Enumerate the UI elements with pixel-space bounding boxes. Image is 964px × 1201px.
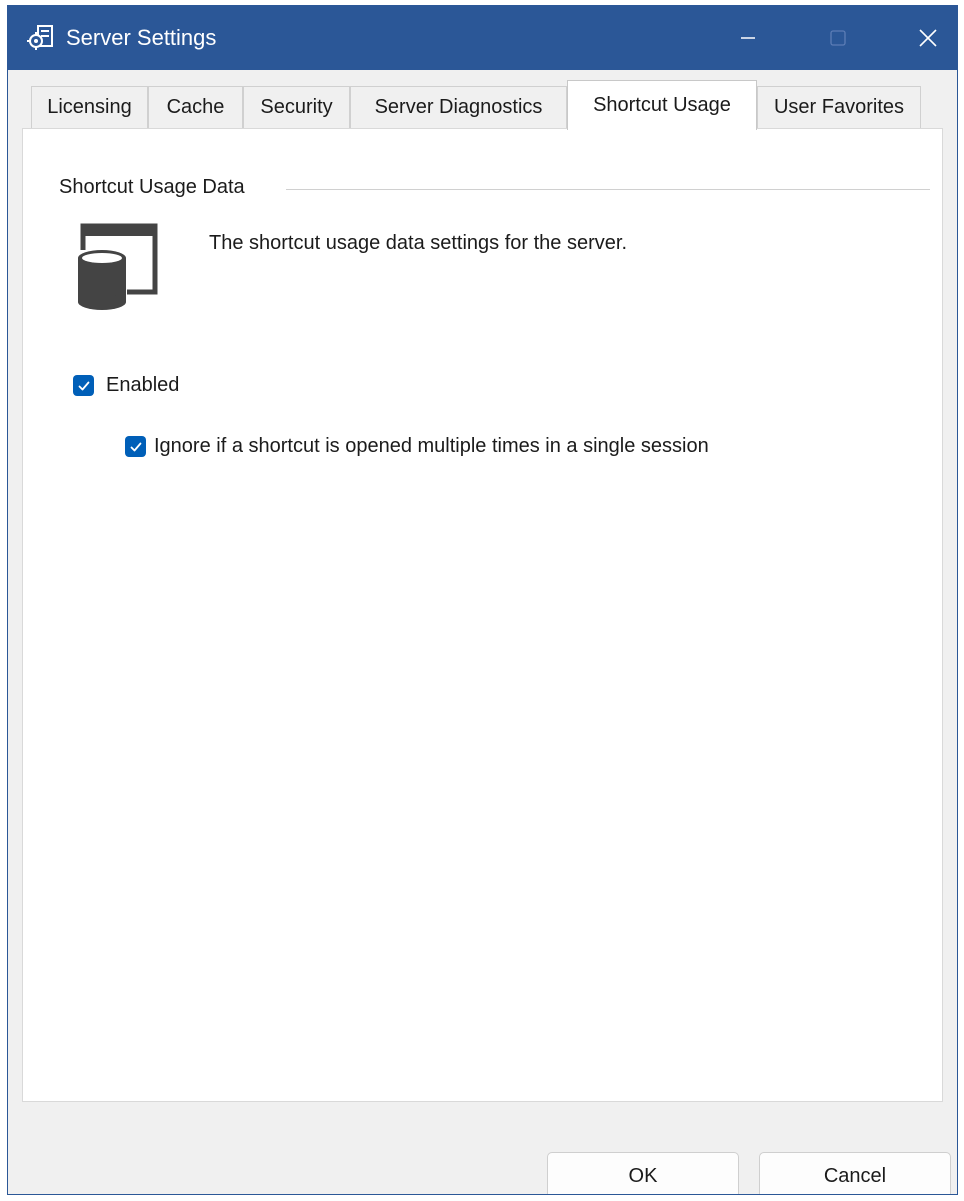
section-description: The shortcut usage data settings for the… — [209, 232, 628, 254]
checkmark-icon — [130, 442, 141, 451]
tab-shortcut-usage[interactable]: Shortcut Usage — [567, 80, 757, 130]
section-divider — [286, 189, 930, 190]
enabled-checkbox[interactable]: Enabled — [73, 374, 179, 397]
tab-strip: Licensing Cache Security Server Diagnost… — [8, 70, 957, 130]
title-bar[interactable]: Server Settings — [8, 6, 957, 70]
ignore-repeat-label: Ignore if a shortcut is opened multiple … — [154, 435, 709, 457]
shortcut-usage-panel: Shortcut Usage Data The shortcut usage d… — [22, 128, 943, 1102]
checkbox-box[interactable] — [73, 375, 94, 396]
server-settings-app-icon — [27, 25, 53, 50]
close-icon — [919, 29, 937, 47]
checkbox-box[interactable] — [125, 436, 146, 457]
tab-user-favorites[interactable]: User Favorites — [757, 86, 921, 128]
ok-button[interactable]: OK — [547, 1152, 739, 1194]
maximize-icon — [830, 30, 846, 46]
maximize-button — [808, 6, 868, 70]
minimize-button[interactable] — [718, 6, 778, 70]
ok-button-label: OK — [628, 1164, 658, 1187]
tab-licensing[interactable]: Licensing — [31, 86, 148, 128]
cancel-button-label: Cancel — [823, 1164, 887, 1187]
section-title: Shortcut Usage Data — [59, 176, 245, 198]
tab-security[interactable]: Security — [243, 86, 350, 128]
enabled-label: Enabled — [106, 374, 180, 396]
database-window-icon — [73, 222, 163, 312]
tab-label: Cache — [166, 96, 225, 118]
tab-label: User Favorites — [773, 96, 905, 118]
ignore-repeat-checkbox[interactable]: Ignore if a shortcut is opened multiple … — [125, 435, 709, 458]
close-button[interactable] — [898, 6, 957, 70]
tab-label: Server Diagnostics — [374, 96, 543, 118]
cancel-button[interactable]: Cancel — [759, 1152, 951, 1194]
tab-cache[interactable]: Cache — [148, 86, 243, 128]
server-settings-window: Server Settings Licensing Cache Security — [7, 5, 958, 1195]
tab-server-diagnostics[interactable]: Server Diagnostics — [350, 86, 567, 128]
checkmark-icon — [78, 381, 89, 390]
tab-label: Licensing — [47, 96, 132, 118]
minimize-icon — [741, 37, 755, 39]
tab-label: Shortcut Usage — [593, 94, 731, 116]
window-title: Server Settings — [66, 25, 217, 50]
tab-label: Security — [260, 96, 333, 118]
